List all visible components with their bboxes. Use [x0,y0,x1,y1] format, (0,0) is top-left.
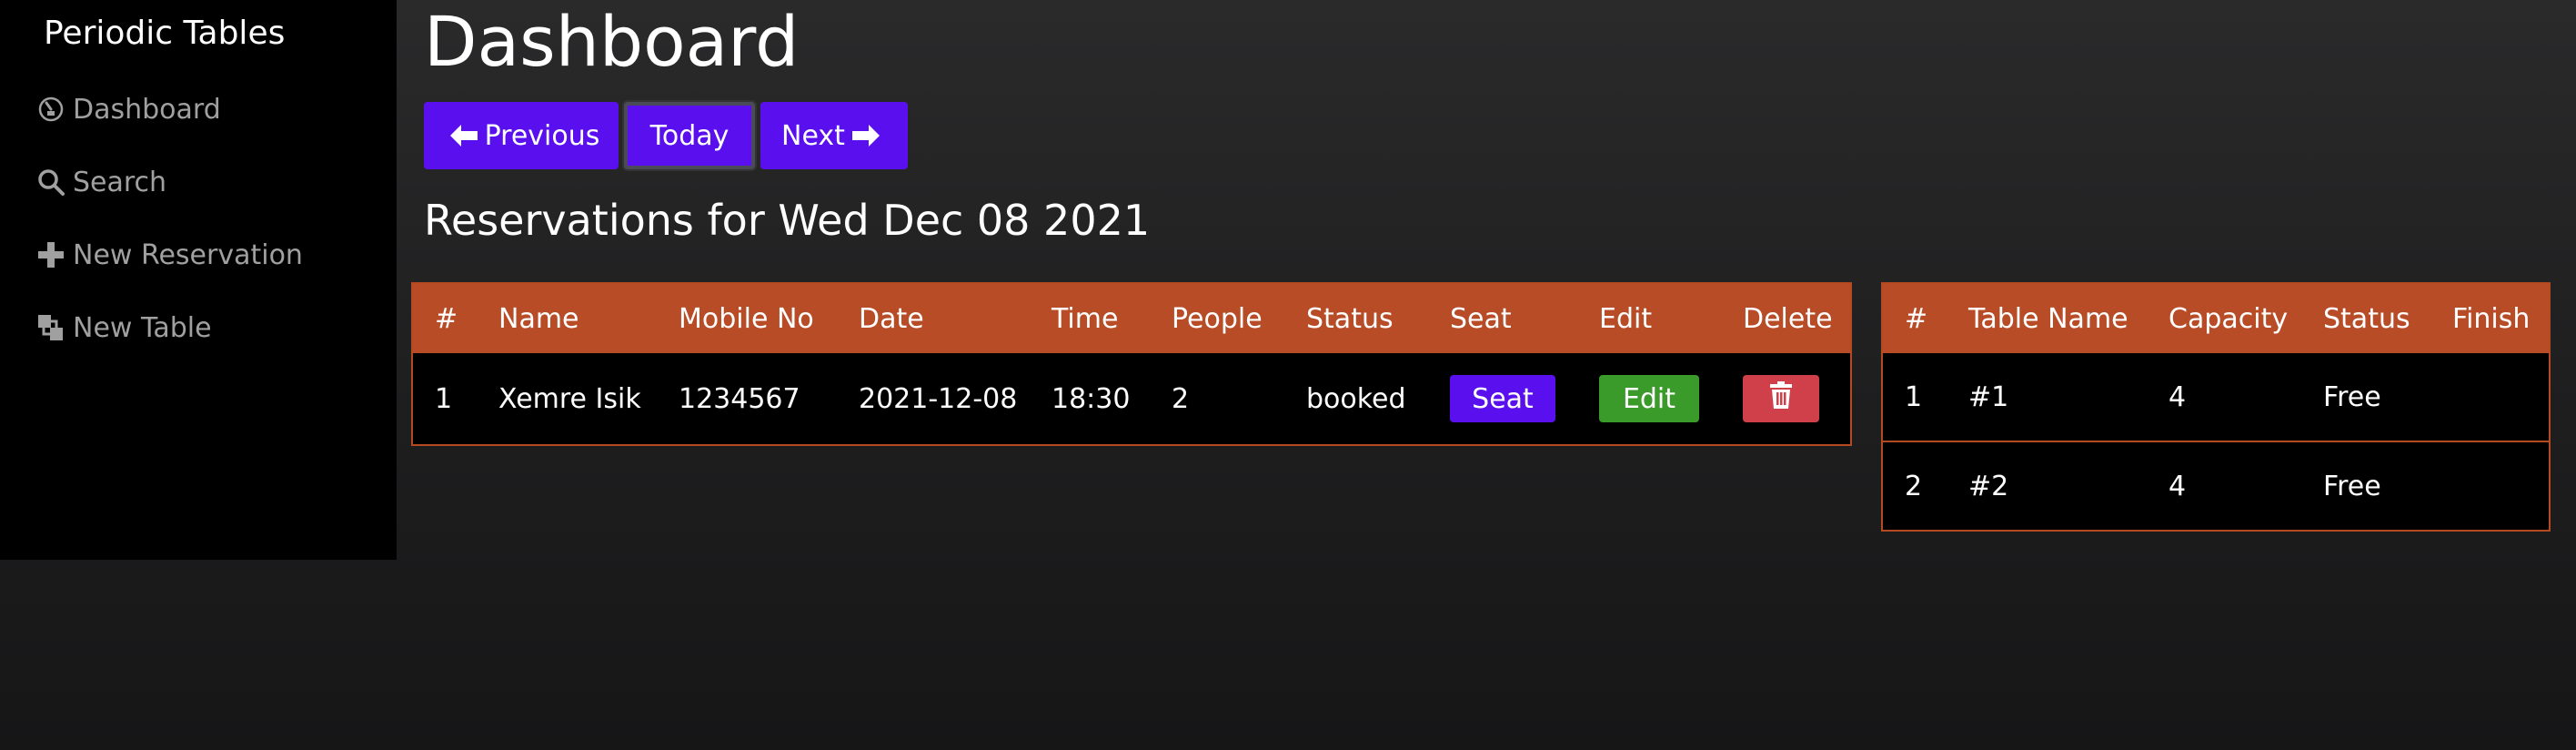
column-header: Finish [2452,302,2531,335]
column-header: People [1172,302,1263,335]
column-header: Date [859,302,924,335]
sidebar-item-new-table[interactable]: New Table [36,304,212,351]
sidebar-item-new-reservation[interactable]: New Reservation [36,231,303,279]
column-header: Status [1306,302,1394,335]
arrow-right-icon [851,125,880,147]
brand-title[interactable]: Periodic Tables [44,15,285,52]
table-row: 1 #1 4 Free [1882,353,2550,441]
table-name: #1 [1968,380,2009,413]
search-icon [36,167,65,197]
reservation-mobile: 1234567 [679,382,800,415]
edit-cell: Edit [1577,353,1721,445]
sidebar-item-dashboard[interactable]: Dashboard [36,86,221,133]
column-header: Status [2323,302,2410,335]
column-header: Mobile No [679,302,814,335]
dashboard-icon [36,95,65,124]
sidebar-item-label: New Reservation [73,238,303,271]
sidebar-item-search[interactable]: Search [36,158,166,206]
tables-table: # Table Name Capacity Status Finish 1 #1… [1881,282,2551,532]
layers-icon [36,313,65,342]
table-header-row: # Name Mobile No Date Time People Status… [412,283,1851,353]
column-header: # [1905,302,1928,335]
seat-cell: Seat [1428,353,1577,445]
table-row: 1 Xemre Isik 1234567 2021-12-08 18:30 2 … [412,353,1851,445]
column-header: Capacity [2168,302,2289,335]
previous-label: Previous [484,119,600,152]
plus-icon [36,240,65,269]
table-row: 2 #2 4 Free [1882,441,2550,531]
column-header: Delete [1743,302,1833,335]
reservation-name: Xemre Isik [498,382,641,415]
seat-button[interactable]: Seat [1450,375,1555,422]
previous-button[interactable]: Previous [424,102,619,169]
page-title: Dashboard [424,1,800,82]
table-status: Free [2301,441,2430,531]
reservation-date: 2021-12-08 [859,382,1018,415]
sidebar-item-label: Search [73,166,167,198]
column-header: Time [1052,302,1119,335]
reservation-id: 1 [435,382,453,415]
delete-button[interactable] [1743,375,1819,422]
sidebar-item-label: Dashboard [73,93,221,126]
table-capacity: 4 [2168,380,2187,413]
edit-button[interactable]: Edit [1599,375,1699,422]
table-id: 1 [1905,380,1923,413]
arrow-left-icon [449,125,478,147]
reservations-table: # Name Mobile No Date Time People Status… [411,282,1852,446]
table-header-row: # Table Name Capacity Status Finish [1882,283,2550,353]
reservation-time: 18:30 [1052,382,1131,415]
column-header: Edit [1599,302,1653,335]
table-finish [2430,441,2550,531]
table-capacity: 4 [2147,441,2301,531]
next-button[interactable]: Next [760,102,908,169]
column-header: Table Name [1968,302,2128,335]
column-header: Seat [1450,302,1512,335]
sidebar: Periodic Tables Dashboard Search New Res… [0,0,397,560]
today-label: Today [649,119,730,152]
next-label: Next [781,119,845,152]
column-header: Name [498,302,579,335]
sidebar-item-label: New Table [73,311,212,344]
reservations-heading: Reservations for Wed Dec 08 2021 [424,196,1151,245]
table-status: Free [2323,380,2381,413]
table-id: 2 [1882,441,1947,531]
table-finish [2430,353,2550,441]
reservation-status: booked [1306,382,1406,415]
column-header: # [435,302,458,335]
today-button[interactable]: Today [624,102,755,169]
trash-icon [1769,381,1793,416]
table-name: #2 [1947,441,2147,531]
delete-cell [1721,353,1851,445]
reservation-people: 2 [1172,382,1190,415]
